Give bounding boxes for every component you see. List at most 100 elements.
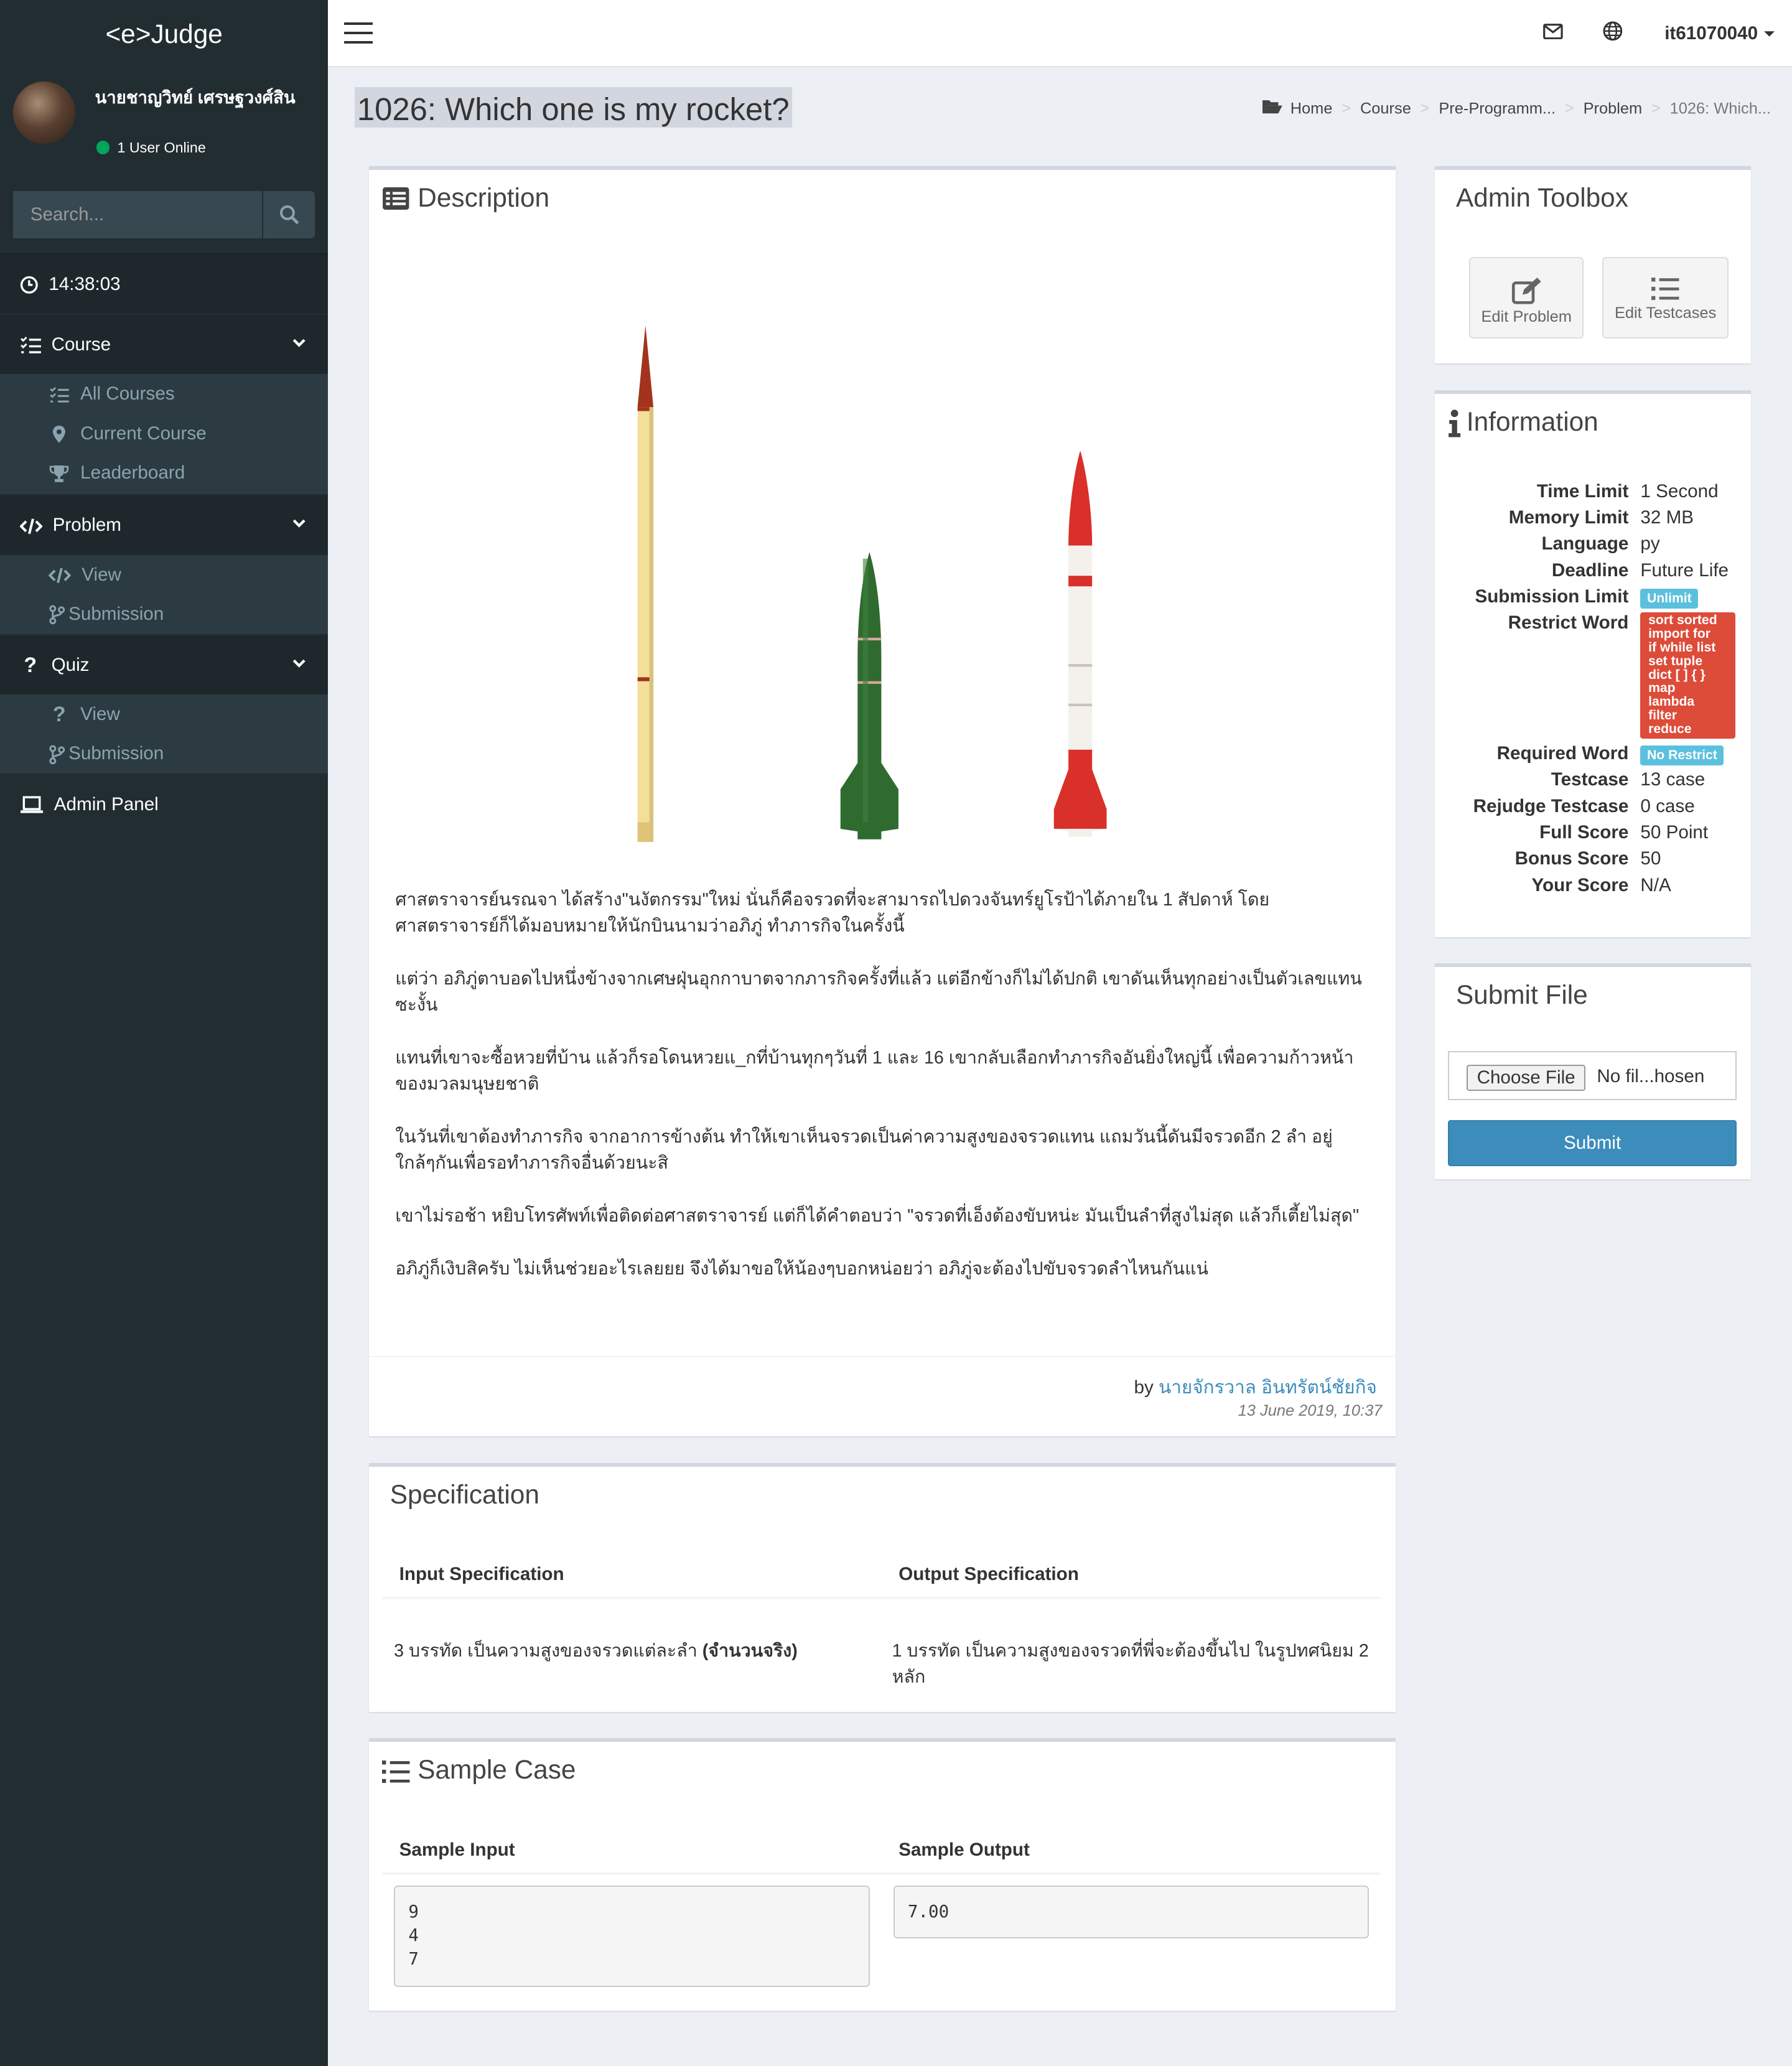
submit-file-box: Submit File Choose File No fil...hosen S… (1435, 963, 1752, 1180)
menu-problem[interactable]: Problem (0, 495, 329, 555)
restrict-word: import for (1648, 627, 1711, 642)
author-link[interactable]: นายจักรวาล อินทรัตน์ชัยกิจ (1159, 1377, 1377, 1398)
restrict-word: map (1648, 681, 1676, 696)
specification-box: Specification Input Specification Output… (368, 1462, 1396, 1712)
sidebar: <e>Judge นายชาญวิทย์ เศรษฐวงศ์สิน 1 User… (0, 0, 329, 2066)
envelope-icon (1543, 23, 1564, 39)
mail-button[interactable] (1524, 23, 1583, 44)
description-heading: Description (418, 182, 550, 212)
description-paragraph: แต่ว่า อภิภู่ตาบอดไปหนึ่งข้างจากเศษฝุ่นอ… (395, 968, 1362, 1016)
caret-down-icon (1764, 31, 1775, 37)
description-text: ศาสตราจารย์นรณจา ได้สร้าง"นงัตกรรม"ใหม่ … (395, 887, 1370, 1309)
breadcrumb-course[interactable]: Course (1360, 100, 1411, 117)
avatar (13, 82, 75, 144)
menu-leaderboard[interactable]: Leaderboard (0, 453, 328, 493)
restrict-word: lambda (1648, 694, 1695, 709)
menu-leaderboard-label: Leaderboard (80, 462, 185, 484)
unlimit-badge: Unlimit (1640, 588, 1699, 609)
edit-problem-button[interactable]: Edit Problem (1469, 256, 1584, 339)
info-value: N/A (1640, 874, 1671, 895)
clock-icon (20, 276, 38, 294)
menu-all-courses[interactable]: All Courses (0, 374, 328, 414)
input-spec-plain: 3 บรรทัด เป็นความสูงของจรวดแต่ละลำ (394, 1640, 702, 1661)
breadcrumb: Home > Course > Pre-Programm... > Problem >1026… (1262, 99, 1771, 118)
menu-problem-view[interactable]: View (0, 555, 328, 595)
breadcrumb-preprogramming[interactable]: Pre-Programm... (1439, 100, 1556, 117)
menu-course[interactable]: Course (0, 315, 329, 375)
info-key: Full Score (1539, 822, 1629, 843)
info-key: Rejudge Testcase (1473, 795, 1629, 816)
breadcrumb-home[interactable]: Home (1290, 100, 1333, 117)
submit-button[interactable]: Submit (1448, 1119, 1737, 1166)
question-icon: ? (52, 703, 66, 727)
file-input[interactable]: Choose File No fil...hosen (1448, 1051, 1737, 1100)
info-key: Time Limit (1536, 480, 1629, 502)
breadcrumb-current: 1026: Which... (1669, 100, 1771, 118)
problem-submenu: View Submission (0, 554, 329, 634)
search-input[interactable] (13, 191, 263, 239)
menu-admin-label: Admin Panel (54, 794, 159, 815)
description-paragraph: เขาไม่รอช้า หยิบโทรศัพท์เพื่อติดต่อศาสตร… (395, 1206, 1360, 1227)
submit-file-heading: Submit File (1455, 980, 1588, 1010)
info-value: 1 Second (1640, 480, 1719, 502)
page-title: 1026: Which one is my rocket? (354, 86, 792, 128)
language-button[interactable] (1583, 21, 1642, 46)
info-value: 50 Point (1640, 822, 1709, 843)
sample-output-block: 7.00 (893, 1885, 1370, 1938)
online-status: 1 User Online (96, 139, 206, 156)
choose-file-button[interactable]: Choose File (1466, 1064, 1586, 1091)
search-button[interactable] (262, 191, 315, 239)
menu-current-course[interactable]: Current Course (0, 414, 328, 454)
main-content: it61070040 1026: Which one is my rocket?… (328, 0, 1792, 2066)
breadcrumb-problem[interactable]: Problem (1584, 100, 1643, 117)
globe-icon (1603, 21, 1622, 41)
info-value: Future Life (1640, 559, 1729, 581)
code-icon (49, 568, 72, 583)
list-check-icon (50, 386, 70, 403)
menu-quiz-submission[interactable]: Submission (0, 734, 328, 774)
menu-quiz-view[interactable]: ? View (0, 694, 328, 734)
menu-current-course-label: Current Course (80, 423, 207, 444)
menu-problem-submission[interactable]: Submission (0, 594, 328, 634)
map-marker-icon (53, 426, 66, 443)
info-icon (1449, 409, 1461, 437)
topbar-right: it61070040 (1524, 0, 1792, 67)
user-menu-name: it61070040 (1664, 22, 1758, 44)
restrict-word: sort sorted (1648, 613, 1717, 628)
user-name: นายชาญวิทย์ เศรษฐวงศ์สิน (95, 87, 296, 107)
input-spec-bold: (จำนวนจริง) (702, 1640, 798, 1661)
online-dot-icon (96, 141, 110, 154)
user-menu[interactable]: it61070040 (1642, 23, 1792, 44)
menu-quiz-view-label: View (80, 703, 120, 724)
by-label: by (1134, 1377, 1154, 1398)
folder-open-icon (1262, 100, 1282, 114)
clock-time: 14:38:03 (49, 273, 121, 294)
restrict-word: dict [ ] { } (1648, 667, 1706, 682)
info-key: Language (1541, 533, 1629, 554)
menu-admin-panel[interactable]: Admin Panel (0, 775, 328, 834)
sample-input-header: Sample Input (399, 1839, 515, 1860)
admin-toolbox-box: Admin Toolbox Edit Problem Edit Testcase… (1435, 166, 1752, 364)
brand-logo[interactable]: <e>Judge (0, 0, 329, 66)
no-file-chosen-text: No fil...hosen (1597, 1065, 1705, 1087)
hamburger-menu-icon[interactable] (343, 22, 373, 44)
description-paragraph: แทนที่เขาจะซื้อหวยที่บ้าน แล้วก็รอโดนหวย… (395, 1047, 1354, 1095)
information-box: Information Time Limit 1 Second Memory Li… (1435, 390, 1752, 937)
edit-testcases-label: Edit Testcases (1614, 304, 1717, 322)
restrict-word: if while list (1648, 640, 1716, 655)
info-key: Memory Limit (1508, 507, 1629, 528)
sample-output-header: Sample Output (898, 1839, 1030, 1860)
edit-icon (1511, 278, 1541, 304)
trophy-icon (50, 465, 69, 482)
menu-quiz[interactable]: ? Quiz (0, 635, 329, 694)
input-spec-text: 3 บรรทัด เป็นความสูงของจรวดแต่ละลำ (จำนว… (394, 1638, 882, 1664)
specification-heading: Specification (390, 1479, 539, 1509)
edit-testcases-button[interactable]: Edit Testcases (1602, 256, 1729, 339)
course-submenu: All Courses Current Course Leaderboard (0, 374, 329, 495)
info-key: Restrict Word (1508, 612, 1629, 633)
description-box: Description ศาสตราจารย์นรณจา ได้สร้าง"นง… (368, 166, 1396, 1437)
menu-all-courses-label: All Courses (80, 383, 175, 404)
info-value: 13 case (1640, 769, 1706, 790)
edit-problem-label: Edit Problem (1481, 308, 1572, 326)
description-paragraph: ในวันที่เขาต้องทำภารกิจ จากอาการข้างต้น … (395, 1126, 1333, 1174)
